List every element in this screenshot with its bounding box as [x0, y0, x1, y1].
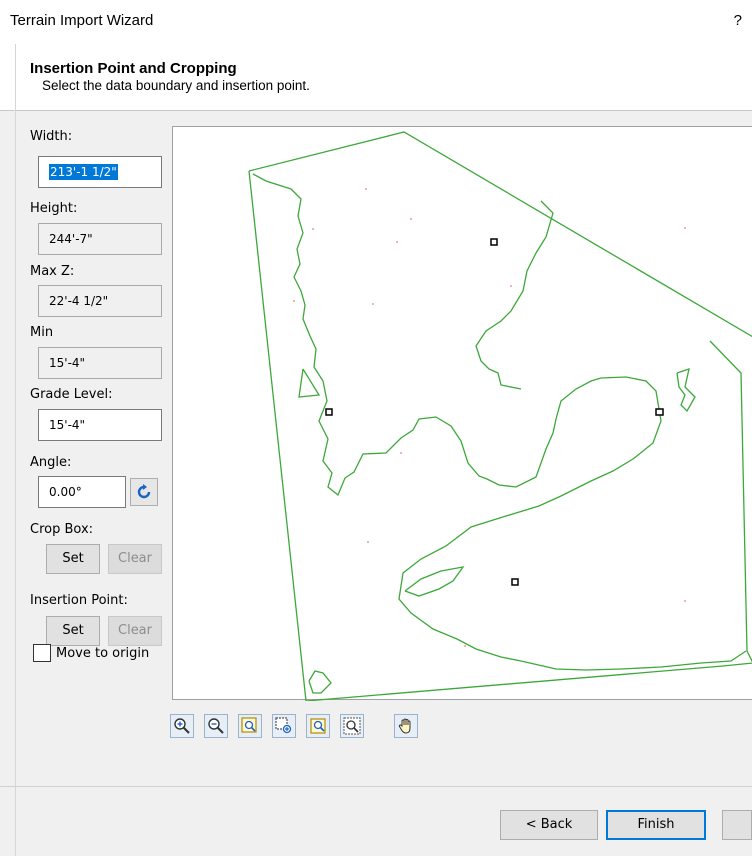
elevation-point [510, 285, 512, 287]
survey-marker [511, 578, 519, 586]
width-value: 213'-1 1/2" [49, 164, 118, 180]
elevation-point [372, 303, 374, 305]
grade-level-field[interactable]: 15'-4" [38, 409, 162, 441]
left-islet [298, 368, 321, 398]
height-field: 244'-7" [38, 223, 162, 255]
panel-divider [15, 44, 16, 856]
inner-right-strip [709, 340, 752, 663]
width-field[interactable]: 213'-1 1/2" [38, 156, 162, 188]
angle-label: Angle: [30, 455, 72, 470]
zoom-extents-button[interactable] [306, 714, 330, 738]
zoom-selection-icon [275, 717, 292, 734]
min-label: Min [30, 325, 54, 340]
lower-left-curl [308, 670, 332, 694]
elevation-point [396, 241, 398, 243]
page-title: Insertion Point and Cropping [30, 60, 237, 77]
insertion-clear-button[interactable]: Clear [108, 616, 162, 646]
wizard-header: Insertion Point and Cropping Select the … [0, 44, 752, 111]
title-bar: Terrain Import Wizard ? [0, 0, 752, 44]
min-field: 15'-4" [38, 347, 162, 379]
move-to-origin-label: Move to origin [56, 646, 150, 661]
zoom-in-icon [174, 718, 190, 734]
right-islet [676, 368, 696, 413]
elevation-point [400, 452, 402, 454]
width-label: Width: [30, 129, 73, 144]
crop-box-label: Crop Box: [30, 522, 94, 537]
elevation-point [464, 645, 466, 647]
crop-clear-button[interactable]: Clear [108, 544, 162, 574]
elevation-point [293, 300, 295, 302]
max-z-field: 22'-4 1/2" [38, 285, 162, 317]
refresh-icon [137, 484, 151, 499]
zoom-window-icon [241, 717, 257, 733]
elevation-point [312, 228, 314, 230]
insertion-set-button[interactable]: Set [46, 616, 100, 646]
grade-level-label: Grade Level: [30, 387, 113, 402]
cancel-button-partial[interactable] [722, 810, 752, 840]
elevation-point [410, 218, 412, 220]
max-z-label: Max Z: [30, 264, 75, 279]
elevation-point [684, 600, 686, 602]
terrain-outline [252, 173, 747, 671]
height-label: Height: [30, 201, 78, 216]
zoom-fit-icon [343, 717, 361, 735]
finish-button[interactable]: Finish [606, 810, 706, 840]
zoom-out-button[interactable] [204, 714, 228, 738]
reset-angle-button[interactable] [130, 478, 158, 506]
elevation-point [684, 227, 686, 229]
back-button[interactable]: < Back [500, 810, 598, 840]
footer-divider [0, 786, 752, 787]
terrain-preview-canvas[interactable] [172, 126, 752, 701]
pan-button[interactable] [394, 714, 418, 738]
insertion-point-label: Insertion Point: [30, 593, 128, 608]
outer-boundary [248, 131, 752, 701]
elevation-points [293, 188, 686, 647]
lower-inlet [404, 566, 465, 597]
zoom-extents-icon [310, 718, 326, 734]
zoom-out-icon [208, 718, 224, 734]
zoom-in-button[interactable] [170, 714, 194, 738]
zoom-fit-button[interactable] [340, 714, 364, 738]
help-button[interactable]: ? [734, 12, 742, 29]
elevation-point [367, 541, 369, 543]
angle-field[interactable]: 0.00° [38, 476, 126, 508]
move-to-origin-checkbox[interactable] [33, 644, 51, 662]
survey-marker [325, 408, 333, 416]
terrain-upper-edge [475, 200, 554, 390]
terrain-boundary-drawing [248, 131, 752, 701]
elevation-point [365, 188, 367, 190]
pan-hand-icon [398, 718, 411, 734]
survey-marker [655, 408, 664, 416]
window-title: Terrain Import Wizard [10, 12, 154, 29]
survey-marker [490, 238, 498, 246]
page-subtitle: Select the data boundary and insertion p… [42, 78, 310, 93]
crop-set-button[interactable]: Set [46, 544, 100, 574]
zoom-window-button[interactable] [238, 714, 262, 738]
zoom-selection-button[interactable] [272, 714, 296, 738]
